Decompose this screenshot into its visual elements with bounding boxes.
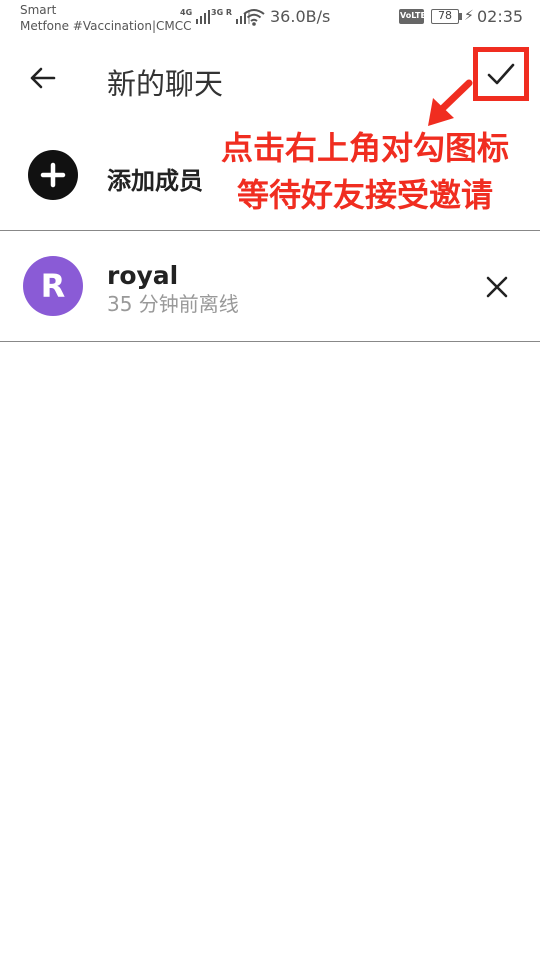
back-button[interactable] <box>22 60 62 96</box>
close-icon <box>486 276 508 298</box>
network-speed: 36.0B/s <box>270 7 331 26</box>
annotation-text-2: 等待好友接受邀请 <box>237 176 494 214</box>
battery-icon <box>459 13 462 20</box>
signal-icon: 4G <box>180 8 211 24</box>
charging-icon: ⚡ <box>464 8 474 24</box>
battery-level: 78 <box>431 9 459 24</box>
list-item: R royal 35 分钟前离线 <box>0 231 540 341</box>
divider <box>0 341 540 342</box>
network-type-2: 3G R <box>211 8 233 17</box>
carrier-name-2: Metfone #Vaccination|CMCC <box>20 19 192 33</box>
carrier-info: Smart Metfone #Vaccination|CMCC <box>20 2 192 34</box>
network-type-1: 4G <box>180 8 193 17</box>
confirm-button[interactable] <box>478 52 524 96</box>
remove-member-button[interactable] <box>478 268 516 306</box>
add-member-label: 添加成员 <box>107 167 203 195</box>
page-title: 新的聊天 <box>107 67 224 101</box>
new-chat-screen: Smart Metfone #Vaccination|CMCC 4G 3G R … <box>0 0 540 960</box>
wifi-icon <box>243 9 265 26</box>
carrier-name-1: Smart <box>20 3 57 17</box>
checkmark-icon <box>487 63 515 85</box>
member-name: royal <box>107 261 179 290</box>
member-status: 35 分钟前离线 <box>107 292 239 316</box>
volte-badge: VoLTE <box>399 9 426 24</box>
annotation-text-1: 点击右上角对勾图标 <box>221 129 510 167</box>
plus-circle-icon <box>28 150 78 200</box>
arrow-left-icon <box>30 67 56 89</box>
add-member-button[interactable]: 添加成员 <box>0 145 220 205</box>
status-bar: Smart Metfone #Vaccination|CMCC 4G 3G R … <box>0 0 540 36</box>
clock: 02:35 <box>477 7 524 26</box>
avatar: R <box>23 256 83 316</box>
